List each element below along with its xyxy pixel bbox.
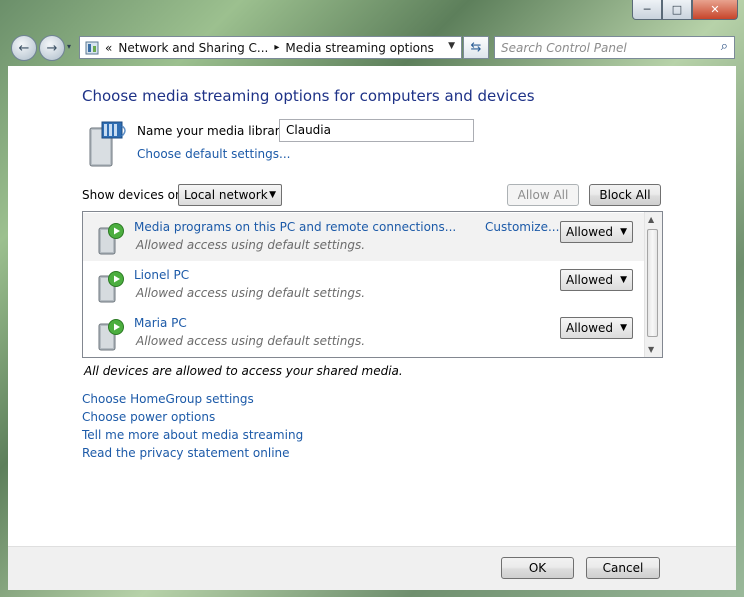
access-select[interactable]: Allowed ▼ xyxy=(560,221,633,243)
device-status: Allowed access using default settings. xyxy=(136,238,366,252)
refresh-icon: ⇆ xyxy=(470,40,482,55)
control-panel-icon xyxy=(85,41,99,54)
allow-all-button[interactable]: Allow All xyxy=(507,184,579,206)
library-name-label: Name your media library: xyxy=(137,124,290,138)
chevron-down-icon: ▼ xyxy=(269,190,276,200)
access-select[interactable]: Allowed ▼ xyxy=(560,269,633,291)
show-devices-label: Show devices on: xyxy=(82,188,187,202)
access-value: Allowed xyxy=(566,273,614,287)
minimize-button[interactable]: ─ xyxy=(632,0,662,20)
homegroup-settings-link[interactable]: Choose HomeGroup settings xyxy=(82,392,254,406)
cancel-button[interactable]: Cancel xyxy=(586,557,660,579)
device-list: Media programs on this PC and remote con… xyxy=(82,211,663,358)
device-name[interactable]: Lionel PC xyxy=(134,268,189,282)
block-all-button[interactable]: Block All xyxy=(589,184,661,206)
device-row-media-programs[interactable]: Media programs on this PC and remote con… xyxy=(83,213,645,261)
customize-link[interactable]: Customize... xyxy=(485,220,559,234)
show-devices-select[interactable]: Local network ▼ xyxy=(178,184,282,206)
address-bar[interactable]: « Network and Sharing C... ▸ Media strea… xyxy=(79,36,462,59)
scroll-thumb[interactable] xyxy=(647,229,658,337)
close-button[interactable]: ✕ xyxy=(692,0,738,20)
dialog-footer: OK Cancel xyxy=(8,546,736,590)
device-status: Allowed access using default settings. xyxy=(136,286,366,300)
chevron-down-icon: ▼ xyxy=(620,323,627,333)
navigation-bar: ← → ▾ « Network and Sharing C... ▸ Media… xyxy=(0,33,744,61)
breadcrumb-media-streaming[interactable]: Media streaming options xyxy=(285,41,433,55)
caption-buttons: ─ □ ✕ xyxy=(632,0,738,20)
scroll-up-icon[interactable]: ▲ xyxy=(648,215,654,224)
access-select[interactable]: Allowed ▼ xyxy=(560,317,633,339)
access-value: Allowed xyxy=(566,225,614,239)
main-content: Choose media streaming options for compu… xyxy=(8,66,736,546)
window: ─ □ ✕ ← → ▾ « Network and Sharing C... ▸… xyxy=(0,0,744,597)
device-status: Allowed access using default settings. xyxy=(136,334,366,348)
device-row-lionel-pc[interactable]: Lionel PC Allowed access using default s… xyxy=(83,261,645,309)
search-box[interactable]: Search Control Panel ⌕ xyxy=(494,36,735,59)
device-name[interactable]: Maria PC xyxy=(134,316,187,330)
ok-button[interactable]: OK xyxy=(501,557,574,579)
maximize-button[interactable]: □ xyxy=(662,0,692,20)
library-name-input[interactable]: Claudia xyxy=(279,119,474,142)
choose-default-settings-link[interactable]: Choose default settings... xyxy=(137,147,290,161)
sharing-status-note: All devices are allowed to access your s… xyxy=(84,364,403,378)
vertical-scrollbar[interactable]: ▲ ▼ xyxy=(644,212,662,357)
recent-pages-chevron-icon[interactable]: ▾ xyxy=(67,42,71,51)
media-device-icon xyxy=(98,271,124,303)
forward-button[interactable]: → xyxy=(39,35,65,61)
maximize-icon: □ xyxy=(671,3,683,16)
breadcrumb-separator-icon[interactable]: ▸ xyxy=(274,42,279,53)
media-device-icon xyxy=(98,223,124,255)
close-icon: ✕ xyxy=(710,3,720,16)
forward-arrow-icon: → xyxy=(46,40,58,56)
minimize-icon: ─ xyxy=(643,3,651,16)
device-name[interactable]: Media programs on this PC and remote con… xyxy=(134,220,456,234)
back-button[interactable]: ← xyxy=(11,35,37,61)
search-input[interactable]: Search Control Panel xyxy=(501,41,627,55)
media-device-icon xyxy=(98,319,124,351)
search-icon[interactable]: ⌕ xyxy=(721,39,728,54)
back-arrow-icon: ← xyxy=(18,40,30,56)
scroll-down-icon[interactable]: ▼ xyxy=(648,345,654,354)
refresh-button[interactable]: ⇆ xyxy=(463,36,489,59)
access-value: Allowed xyxy=(566,321,614,335)
device-row-maria-pc[interactable]: Maria PC Allowed access using default se… xyxy=(83,309,645,357)
page-title: Choose media streaming options for compu… xyxy=(82,87,535,105)
breadcrumb-overflow[interactable]: « xyxy=(105,41,112,55)
address-dropdown-icon[interactable]: ▼ xyxy=(448,41,455,51)
media-library-icon xyxy=(89,121,126,167)
media-streaming-help-link[interactable]: Tell me more about media streaming xyxy=(82,428,303,442)
chevron-down-icon: ▼ xyxy=(620,227,627,237)
chevron-down-icon: ▼ xyxy=(620,275,627,285)
show-devices-value: Local network xyxy=(184,188,268,202)
breadcrumb-network-sharing[interactable]: Network and Sharing C... xyxy=(118,41,268,55)
power-options-link[interactable]: Choose power options xyxy=(82,410,215,424)
privacy-statement-link[interactable]: Read the privacy statement online xyxy=(82,446,290,460)
